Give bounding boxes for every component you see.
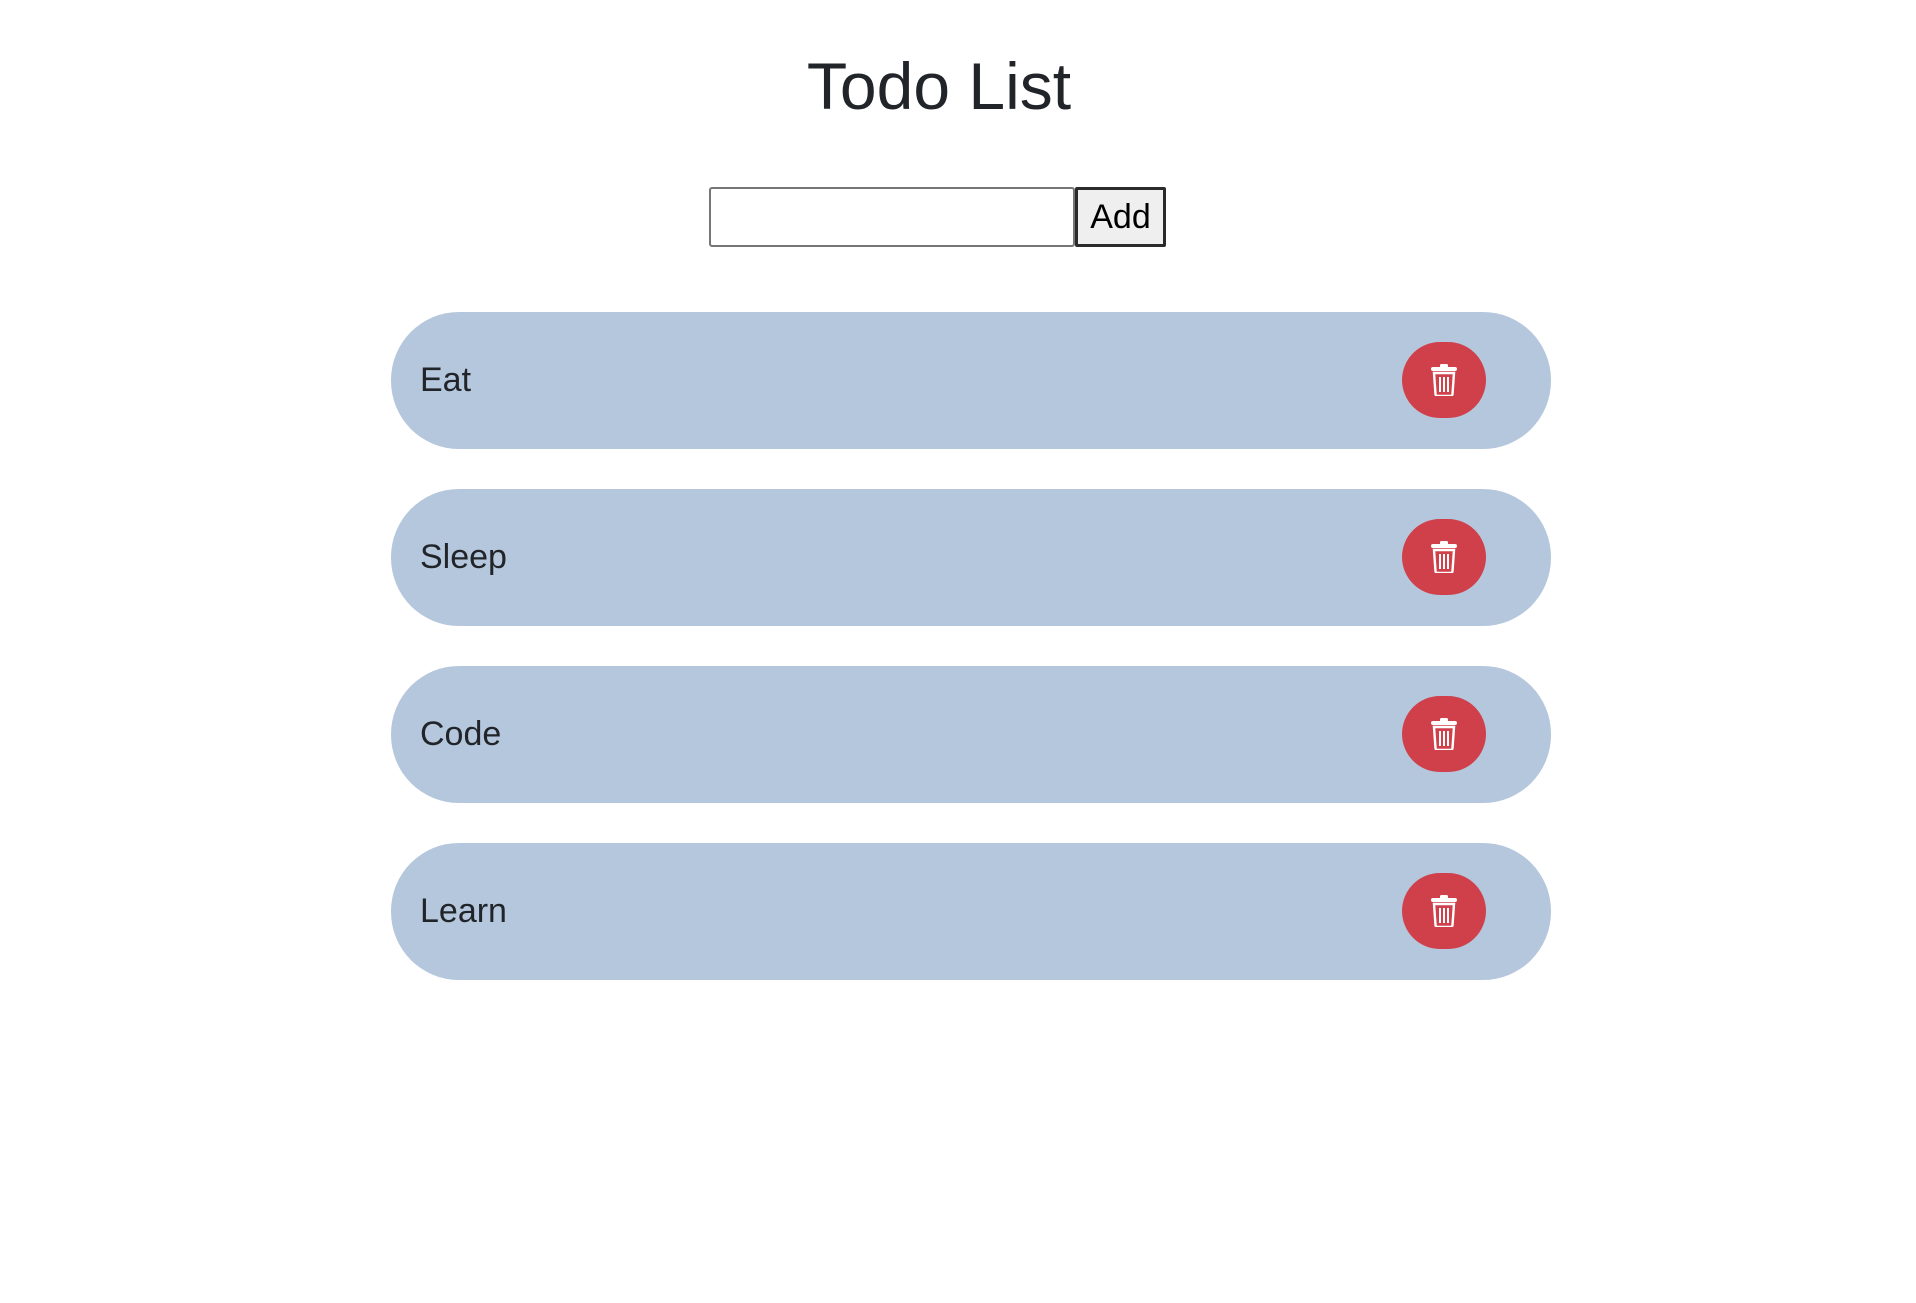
delete-button[interactable]: [1402, 696, 1486, 772]
page-title: Todo List: [806, 49, 1072, 123]
trash-icon: [1431, 895, 1457, 927]
todo-item-text: Learn: [420, 892, 507, 930]
trash-icon: [1431, 364, 1457, 396]
delete-button[interactable]: [1402, 342, 1486, 418]
todo-item-text: Sleep: [420, 538, 507, 576]
add-todo-form: Add: [709, 187, 1166, 247]
todo-item-text: Eat: [420, 361, 472, 399]
add-button[interactable]: Add: [1075, 187, 1166, 247]
todo-item: Eat: [391, 312, 1551, 449]
trash-icon: [1431, 541, 1457, 573]
todo-item: Learn: [391, 843, 1551, 980]
delete-button[interactable]: [1402, 873, 1486, 949]
todo-item: Code: [391, 666, 1551, 803]
todo-list: Eat Sleep Code Learn: [391, 312, 1551, 1020]
trash-icon: [1431, 718, 1457, 750]
todo-input[interactable]: [709, 187, 1075, 247]
todo-item-text: Code: [420, 715, 502, 753]
todo-item: Sleep: [391, 489, 1551, 626]
delete-button[interactable]: [1402, 519, 1486, 595]
